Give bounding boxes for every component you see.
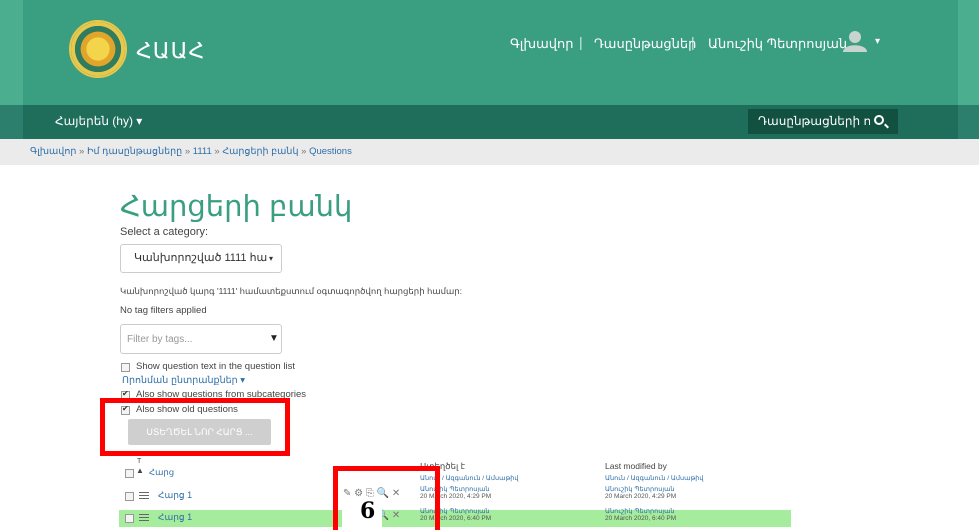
language-menu[interactable]: Հայերեն (hy) ▾ (55, 114, 142, 128)
breadcrumb-separator: » (301, 146, 307, 157)
breadcrumb-my-courses[interactable]: Իմ դասընթացները (87, 146, 182, 157)
annotation-highlight-box (100, 398, 290, 456)
no-tag-filters-text: No tag filters applied (120, 305, 207, 316)
modified-at: 20 March 2020, 4:29 PM (605, 493, 677, 500)
course-search[interactable]: Դասընթացների որո (748, 109, 898, 134)
breadcrumb-home[interactable]: Գլխավոր (30, 146, 76, 157)
nav-home[interactable]: Գլխավոր (510, 36, 573, 52)
breadcrumb: Գլխավոր » Իմ դասընթացները » 1111 » Հարցե… (0, 139, 979, 165)
nav-user-name[interactable]: Անուշիկ Պետրոսյան (708, 36, 847, 52)
site-logo[interactable] (69, 20, 127, 78)
course-search-text[interactable]: Դասընթացների որո (758, 109, 870, 134)
nav-separator: | (579, 34, 583, 50)
question-type-icon (139, 514, 149, 522)
breadcrumb-course[interactable]: 1111 (193, 146, 212, 157)
brand-name[interactable]: ՀԱԱՀ (136, 38, 205, 64)
modified-at: 20 March 2020, 6:40 PM (605, 515, 677, 522)
column-question-header[interactable]: Հարց (149, 467, 174, 478)
breadcrumb-question-bank[interactable]: Հարցերի բանկ (222, 146, 298, 157)
user-avatar-icon[interactable] (843, 30, 867, 52)
select-all-checkbox[interactable] (125, 469, 134, 478)
category-select-value[interactable]: Կանխորոշված 1111 հա (134, 245, 267, 272)
navbar-inner: Հայերեն (hy) ▾ Դասընթացների որո (23, 105, 958, 139)
breadcrumb-separator: » (184, 146, 191, 157)
question-type-icon (139, 492, 149, 500)
tag-filter-input[interactable]: Filter by tags... ▼ (120, 324, 282, 354)
breadcrumb-separator: » (79, 146, 85, 157)
search-options-toggle[interactable]: Որոնման ընտրանքներ ▾ (122, 375, 245, 386)
chevron-down-icon[interactable]: ▾ (269, 245, 273, 272)
modified-by-name: Անուշիկ Պետրոսյան (605, 508, 675, 515)
tag-filter-placeholder[interactable]: Filter by tags... (127, 334, 193, 345)
breadcrumb-questions[interactable]: Questions (309, 146, 352, 157)
nav-separator: | (691, 34, 695, 50)
page-title: Հարցերի բանկ (120, 191, 353, 223)
sort-indicator[interactable]: T (137, 458, 141, 465)
row-checkbox[interactable] (125, 514, 134, 523)
column-modified-subheader[interactable]: Անուն / Ազգանուն / Ամսաթիվ (605, 474, 703, 482)
modified-by-name: Անուշիկ Պետրոսյան (605, 486, 675, 493)
question-name: Հարց 1 (158, 512, 193, 522)
search-icon[interactable] (874, 115, 884, 125)
breadcrumb-separator: » (214, 146, 220, 157)
category-description: Կանխորոշված կարգ '1111' համատեքստում օգտ… (120, 286, 463, 296)
select-category-label: Select a category: (120, 226, 209, 238)
question-name: Հարց 1 (158, 490, 193, 500)
sort-asc-icon[interactable]: ▲ (136, 466, 144, 475)
category-select[interactable]: Կանխորոշված 1111 հա ▾ (120, 244, 282, 273)
breadcrumb-trail: Գլխավոր » Իմ դասընթացները » 1111 » Հարցե… (30, 146, 352, 157)
site-header: ՀԱԱՀ Գլխավոր | Դասընթացներ | Անուշիկ Պետ… (0, 0, 979, 105)
user-menu-caret-icon[interactable]: ▾ (875, 36, 880, 47)
dropdown-triangle-icon[interactable]: ▼ (269, 333, 279, 344)
show-question-text-label[interactable]: Show question text in the question list (136, 361, 295, 372)
row-checkbox[interactable] (125, 492, 134, 501)
nav-courses[interactable]: Դասընթացներ (594, 36, 696, 52)
show-question-text-checkbox[interactable] (121, 363, 130, 372)
column-modified-header: Last modified by (605, 461, 667, 471)
navbar: Հայերեն (hy) ▾ Դասընթացների որո (0, 105, 979, 139)
header-inner: ՀԱԱՀ Գլխավոր | Դասընթացներ | Անուշիկ Պետ… (23, 0, 958, 105)
annotation-number: 6 (360, 498, 376, 524)
